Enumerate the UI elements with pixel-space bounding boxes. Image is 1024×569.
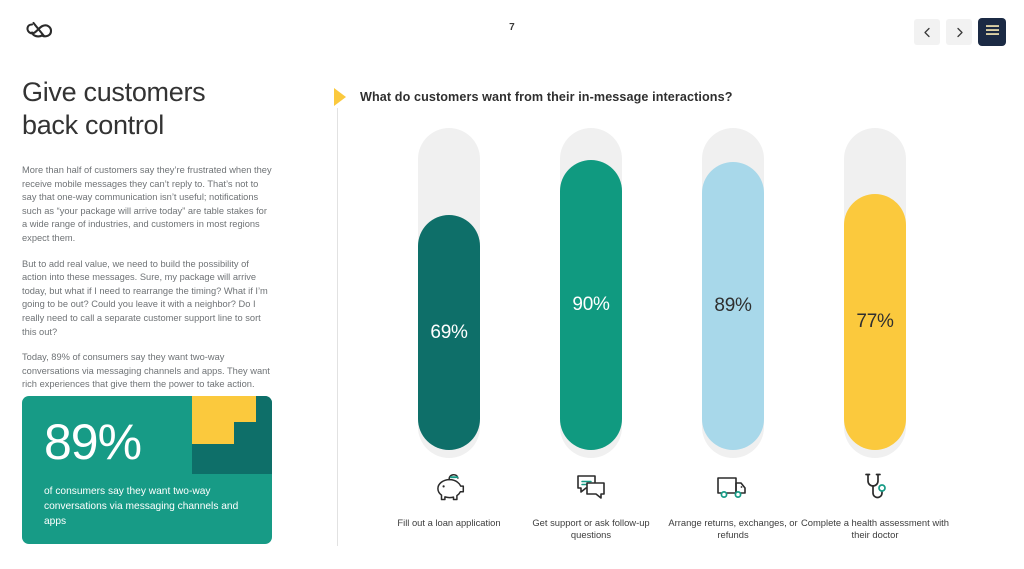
category-item: Fill out a loan application (378, 468, 520, 542)
category-icons-row: Fill out a loan application Get support … (378, 468, 1008, 542)
bar-fill[interactable]: 89% (702, 162, 764, 450)
bar-column: 69% (378, 128, 520, 468)
prev-page-button[interactable] (914, 19, 940, 45)
bar-chart: 69% 90% 89% 77% (378, 128, 1008, 468)
category-label: Get support or ask follow-up questions (532, 517, 650, 541)
paragraph-1: More than half of customers say they’re … (22, 165, 272, 243)
category-label: Arrange returns, exchanges, or refunds (668, 517, 798, 541)
card-decoration-yellow (192, 396, 234, 444)
left-column: Give customers back control More than ha… (22, 76, 272, 392)
paragraph-2: But to add real value, we need to build … (22, 258, 268, 337)
bar-fill[interactable]: 69% (418, 215, 480, 450)
delivery-truck-icon (712, 468, 754, 510)
bar-fill[interactable]: 90% (560, 160, 622, 450)
top-bar: 7 (0, 0, 1024, 62)
category-label: Fill out a loan application (397, 517, 501, 528)
card-decoration-yellow-step (234, 396, 256, 422)
stat-caption: of consumers say they want two-way conve… (44, 486, 239, 527)
headline-line-2: back control (22, 110, 164, 140)
bar-fill[interactable]: 77% (844, 194, 906, 450)
page-number: 7 (509, 22, 515, 33)
bar-value-label: 77% (856, 311, 894, 332)
stat-callout-card: 89% of consumers say they want two-way c… (22, 396, 272, 544)
next-page-button[interactable] (946, 19, 972, 45)
page-title: Give customers back control (22, 76, 272, 142)
hamburger-menu-button[interactable] (978, 18, 1006, 46)
vertical-divider (337, 108, 338, 546)
play-arrow-icon (334, 88, 346, 106)
navigation-controls (914, 18, 1006, 46)
chevron-right-icon (954, 27, 965, 38)
hamburger-menu-icon (985, 23, 1000, 41)
category-item: Get support or ask follow-up questions (520, 468, 662, 542)
category-item: Arrange returns, exchanges, or refunds (662, 468, 804, 542)
chart-title: What do customers want from their in-mes… (360, 90, 733, 104)
bar-column: 77% (804, 128, 946, 468)
bar-value-label: 89% (714, 295, 752, 316)
body-copy: More than half of customers say they’re … (22, 164, 272, 392)
bar-value-label: 90% (572, 294, 610, 315)
stat-number: 89% (44, 414, 142, 470)
bar-column: 89% (662, 128, 804, 468)
category-label: Complete a health assessment with their … (801, 517, 949, 541)
chart-header: What do customers want from their in-mes… (334, 88, 732, 106)
stethoscope-icon (855, 468, 895, 510)
chevron-left-icon (922, 27, 933, 38)
paragraph-3: Today, 89% of consumers say they want tw… (22, 352, 270, 390)
category-item: Complete a health assessment with their … (801, 468, 949, 542)
chat-bubbles-icon (571, 468, 611, 510)
headline-line-1: Give customers (22, 77, 206, 107)
bar-column: 90% (520, 128, 662, 468)
bar-value-label: 69% (430, 321, 468, 343)
piggy-bank-icon (429, 468, 469, 510)
